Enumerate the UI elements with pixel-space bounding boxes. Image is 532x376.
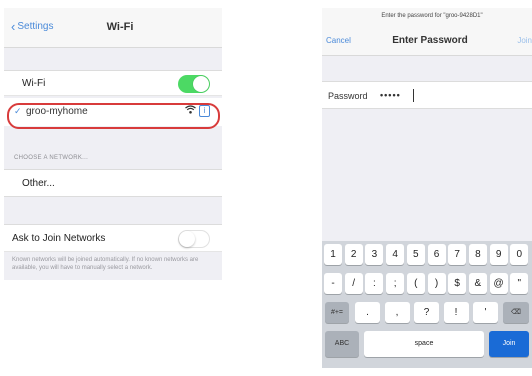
navigation-bar: ‹ Settings Wi-Fi (4, 8, 222, 48)
enter-password-screen: Enter the password for "groo-9428D1" Can… (322, 8, 532, 368)
ask-to-join-toggle[interactable] (178, 230, 210, 248)
page-title: Wi-Fi (106, 21, 134, 33)
other-network-row[interactable]: Other... (4, 169, 222, 197)
keyboard-key[interactable]: 0 (510, 244, 529, 265)
wifi-row: Wi-Fi (4, 70, 222, 96)
keyboard-key[interactable]: ? (414, 302, 439, 323)
keyboard-key[interactable]: ; (386, 273, 405, 294)
ask-description: Known networks will be joined automatica… (12, 257, 199, 271)
keyboard-key[interactable]: / (344, 273, 363, 294)
wifi-label: Wi-Fi (22, 77, 46, 89)
ask-to-join-row: Ask to Join Networks (4, 224, 222, 252)
keyboard-key[interactable]: 4 (386, 244, 405, 265)
toggle-knob (179, 231, 195, 247)
backspace-key[interactable]: ⌫ (503, 302, 529, 323)
keyboard-key[interactable]: 1 (324, 244, 342, 265)
space-key[interactable]: space (364, 331, 484, 357)
keyboard-key[interactable]: " (510, 273, 529, 294)
join-button[interactable]: Join (517, 36, 532, 45)
text-cursor (413, 89, 414, 102)
keyboard-key[interactable]: $ (448, 273, 467, 294)
keyboard-key[interactable]: ) (427, 273, 446, 294)
keyboard-key[interactable]: ( (406, 273, 425, 294)
keyboard-key[interactable]: 2 (344, 244, 363, 265)
wifi-toggle[interactable] (178, 75, 210, 93)
keyboard-key[interactable]: : (365, 273, 384, 294)
join-key[interactable]: Join (489, 331, 529, 357)
keyboard-key[interactable]: , (384, 302, 410, 323)
wifi-settings-screen: ‹ Settings Wi-Fi Wi-Fi ✓ groo-myhome i C… (4, 8, 222, 280)
password-prompt: Enter the password for "groo-9428D1" (381, 13, 483, 19)
keyboard-key[interactable]: 3 (365, 244, 384, 265)
password-label: Password (328, 91, 368, 101)
keyboard-key[interactable]: ! (443, 302, 469, 323)
other-label: Other... (22, 177, 55, 189)
password-value: ••••• (380, 90, 401, 100)
keyboard-key[interactable]: 6 (427, 244, 446, 265)
section-header: CHOOSE A NETWORK... (14, 155, 89, 161)
keyboard-key[interactable]: . (355, 302, 380, 323)
page-title: Enter Password (392, 35, 468, 46)
keyboard-key[interactable]: & (468, 273, 487, 294)
navigation-bar: Enter the password for "groo-9428D1" Can… (322, 8, 532, 56)
ask-label: Ask to Join Networks (12, 232, 106, 244)
symbols-shift-key[interactable]: #+= (325, 302, 349, 323)
keyboard-key[interactable]: ' (473, 302, 498, 323)
keyboard-key[interactable]: - (324, 273, 342, 294)
keyboard-key[interactable]: 8 (468, 244, 487, 265)
keyboard-key[interactable]: 9 (489, 244, 508, 265)
abc-key[interactable]: ABC (325, 331, 359, 357)
toggle-knob (193, 76, 209, 92)
keyboard: 1234567890 - /:;() $ & @ " #+= .,?! ' ⌫ ABC sp… (322, 241, 532, 368)
password-field[interactable]: Password ••••• (322, 81, 532, 109)
keyboard-key[interactable]: 5 (406, 244, 425, 265)
highlight-outline (7, 103, 220, 129)
keyboard-key[interactable]: @ (489, 273, 508, 294)
keyboard-key[interactable]: 7 (448, 244, 467, 265)
